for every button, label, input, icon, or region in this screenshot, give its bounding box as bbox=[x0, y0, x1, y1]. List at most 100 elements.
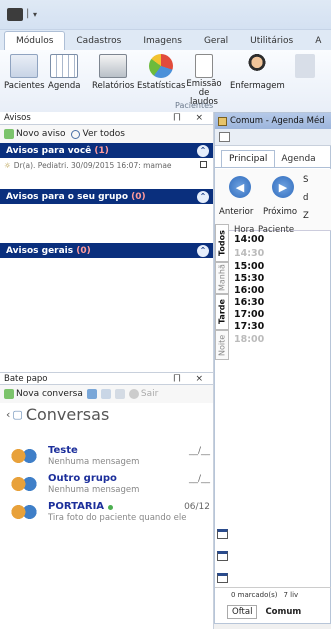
anterior-label[interactable]: Anterior bbox=[219, 207, 253, 217]
aviso-item[interactable]: ☼ Dr(a). Pediatri. 30/09/2015 16:07: mam… bbox=[0, 158, 213, 172]
ribbon-overflow-button[interactable] bbox=[295, 54, 315, 82]
estatisticas-button[interactable]: Estatísticas bbox=[137, 54, 185, 91]
conversation-date: __/__ bbox=[188, 446, 210, 456]
prescription-icon bbox=[195, 54, 213, 78]
panel-pin-close-controls[interactable]: ⨅ × bbox=[173, 113, 209, 123]
nurse-icon bbox=[247, 54, 268, 78]
calendar-week-icon[interactable] bbox=[217, 551, 228, 561]
ver-todos-button[interactable]: Ver todos bbox=[71, 129, 125, 139]
section-avisos-para-voce[interactable]: Avisos para você (1) ⌃ bbox=[0, 143, 213, 158]
conversation-preview: Nenhuma mensagem bbox=[48, 485, 140, 495]
section-count: (1) bbox=[94, 145, 109, 156]
calendar-day-icon[interactable] bbox=[217, 529, 228, 539]
agenda-tabs: Principal Agenda bbox=[215, 148, 331, 168]
title-bar: | ▾ bbox=[0, 0, 331, 30]
add-icon bbox=[4, 129, 14, 139]
tab-oftal[interactable]: Oftal bbox=[227, 605, 258, 619]
vtab-todos[interactable]: Todos bbox=[215, 224, 229, 262]
time-slot[interactable]: 14:30 bbox=[234, 248, 264, 259]
ribbon-body: Pacientes Agenda Relatórios Estatísticas… bbox=[0, 50, 331, 114]
conversation-item[interactable]: Teste Nenhuma mensagem __/__ bbox=[8, 445, 210, 471]
pacientes-button[interactable]: Pacientes bbox=[4, 54, 45, 91]
tab-agenda[interactable]: Agenda bbox=[275, 151, 321, 167]
panel-pin-close-controls[interactable]: ⨅ × bbox=[173, 374, 209, 384]
patient-card-icon bbox=[10, 54, 39, 78]
agenda-button[interactable]: Agenda bbox=[48, 54, 80, 91]
avisos-panel: Avisos ⨅ × Novo aviso Ver todos Avisos p… bbox=[0, 112, 214, 278]
conversation-name: PORTARIA bbox=[48, 501, 105, 512]
time-slot[interactable]: 18:00 bbox=[234, 334, 264, 345]
search-icon bbox=[71, 129, 81, 139]
collapse-icon[interactable]: ⌃ bbox=[197, 190, 209, 203]
ribbon-group-label: Pacientes bbox=[175, 101, 214, 110]
prev-arrow-icon[interactable]: ◀ bbox=[229, 176, 251, 198]
marked-count: 0 marcado(s) bbox=[231, 590, 278, 599]
tab-utilitarios[interactable]: Utilitários bbox=[239, 32, 304, 50]
proximo-label[interactable]: Próximo bbox=[263, 207, 297, 217]
tab-modulos[interactable]: Módulos bbox=[4, 31, 66, 50]
tab-principal[interactable]: Principal bbox=[221, 150, 276, 167]
agenda-inner-titlebar bbox=[215, 129, 331, 146]
vtab-tarde[interactable]: Tarde bbox=[215, 294, 229, 330]
tab-comum[interactable]: Comum bbox=[261, 606, 305, 618]
checkbox[interactable] bbox=[200, 161, 207, 168]
section-label: Avisos para o seu grupo bbox=[6, 191, 129, 202]
agenda-window-title[interactable]: Comum - Agenda Méd bbox=[215, 113, 331, 129]
add-user-icon[interactable] bbox=[86, 389, 97, 399]
conversation-preview: Nenhuma mensagem bbox=[48, 457, 140, 467]
enfermagem-button[interactable]: Enfermagem bbox=[230, 54, 285, 91]
section-avisos-gerais[interactable]: Avisos gerais (0) ⌃ bbox=[0, 243, 213, 258]
avisos-empty-area bbox=[0, 278, 214, 372]
agenda-label: Agenda bbox=[48, 81, 81, 91]
group-avatar-icon bbox=[10, 504, 38, 524]
app-icon[interactable] bbox=[7, 8, 23, 21]
section-avisos-grupo[interactable]: Avisos para o seu grupo (0) ⌃ bbox=[0, 189, 213, 204]
search-user-icon[interactable] bbox=[114, 389, 125, 399]
next-arrow-icon[interactable]: ▶ bbox=[272, 176, 294, 198]
time-slot[interactable]: 15:00 bbox=[234, 261, 264, 272]
nav-side-text: Z bbox=[303, 211, 309, 221]
calendar-small-icon bbox=[219, 132, 230, 142]
group-icon[interactable] bbox=[100, 389, 111, 399]
tab-geral[interactable]: Geral bbox=[193, 32, 239, 50]
tab-a[interactable]: A bbox=[304, 32, 331, 50]
relatorios-label: Relatórios bbox=[92, 81, 135, 91]
window-app-icon bbox=[218, 116, 227, 126]
enfermagem-label: Enfermagem bbox=[230, 81, 285, 91]
time-slot[interactable]: 14:00 bbox=[234, 234, 264, 245]
pacientes-label: Pacientes bbox=[4, 81, 45, 91]
aviso-text: Dr(a). Pediatri. 30/09/2015 16:07: mamae bbox=[13, 160, 172, 170]
calendar-month-icon[interactable] bbox=[217, 573, 228, 583]
online-status-dot bbox=[108, 505, 113, 510]
conversation-date: 06/12 bbox=[184, 502, 210, 512]
collapse-icon[interactable]: ⌃ bbox=[197, 244, 209, 257]
time-slot[interactable]: 16:30 bbox=[234, 297, 264, 308]
tab-imagens[interactable]: Imagens bbox=[132, 32, 193, 50]
section-count: (0) bbox=[131, 191, 146, 202]
relatorios-button[interactable]: Relatórios bbox=[92, 54, 134, 91]
sair-button[interactable]: Sair bbox=[128, 389, 158, 399]
agenda-nav-bar: ◀ ▶ Anterior Próximo S d Z bbox=[215, 169, 331, 231]
pie-chart-icon bbox=[149, 54, 174, 78]
collapse-icon[interactable]: ⌃ bbox=[197, 144, 209, 157]
tab-cadastros[interactable]: Cadastros bbox=[65, 32, 132, 50]
qat-dropdown-icon[interactable]: ▾ bbox=[33, 10, 37, 19]
nova-conversa-button[interactable]: Nova conversa bbox=[4, 389, 83, 399]
conversation-item[interactable]: Outro grupo Nenhuma mensagem __/__ bbox=[8, 473, 210, 499]
emissao-laudos-button[interactable]: Emissão de laudos bbox=[184, 54, 224, 107]
conversation-name: Outro grupo bbox=[48, 473, 117, 484]
novo-aviso-button[interactable]: Novo aviso bbox=[4, 129, 65, 139]
time-slot[interactable]: 15:30 bbox=[234, 273, 264, 284]
conversation-item[interactable]: PORTARIA Tira foto do paciente quando el… bbox=[8, 501, 210, 527]
chat-icon: ▢ bbox=[12, 407, 23, 421]
time-slot[interactable]: 16:00 bbox=[234, 285, 264, 296]
time-slot[interactable]: 17:30 bbox=[234, 321, 264, 332]
back-icon[interactable]: ‹ bbox=[6, 408, 10, 421]
vtab-manha[interactable]: Manhã bbox=[215, 262, 229, 294]
group-avatar-icon bbox=[10, 448, 38, 468]
vtab-noite[interactable]: Noite bbox=[215, 330, 229, 360]
time-slot[interactable]: 17:00 bbox=[234, 309, 264, 320]
section-label: Avisos gerais bbox=[6, 245, 74, 256]
agenda-window: Comum - Agenda Méd Principal Agenda ◀ ▶ … bbox=[214, 112, 331, 624]
exit-icon bbox=[128, 389, 139, 399]
